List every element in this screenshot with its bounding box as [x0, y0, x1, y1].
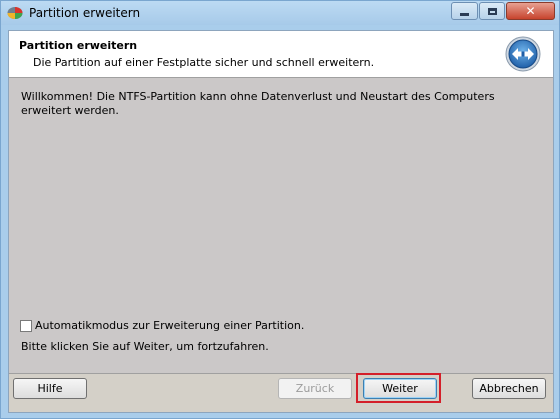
app-window: Partition erweitern ✕ Partition erweiter… — [0, 0, 560, 419]
minimize-icon — [460, 12, 469, 16]
partition-app-icon — [7, 7, 23, 19]
minimize-button[interactable] — [451, 2, 478, 20]
continue-hint: Bitte klicken Sie auf Weiter, um fortzuf… — [21, 340, 269, 353]
back-button[interactable]: Zurück — [278, 378, 352, 399]
maximize-button[interactable] — [479, 2, 505, 20]
button-bar: Hilfe Zurück Weiter Abbrechen — [9, 373, 553, 412]
wizard-content: Willkommen! Die NTFS-Partition kann ohne… — [9, 78, 553, 374]
wizard-header: Partition erweitern Die Partition auf ei… — [9, 31, 553, 78]
auto-mode-option[interactable]: Automatikmodus zur Erweiterung einer Par… — [20, 319, 304, 332]
header-subtitle: Die Partition auf einer Festplatte siche… — [33, 56, 375, 69]
close-icon: ✕ — [525, 4, 536, 18]
auto-mode-label[interactable]: Automatikmodus zur Erweiterung einer Par… — [35, 319, 304, 332]
dialog-client-area: Partition erweitern Die Partition auf ei… — [8, 30, 554, 413]
welcome-text: Willkommen! Die NTFS-Partition kann ohne… — [21, 90, 495, 117]
window-title: Partition erweitern — [29, 6, 141, 20]
title-bar[interactable]: Partition erweitern ✕ — [1, 1, 559, 25]
resize-arrows-icon — [505, 36, 541, 72]
header-title: Partition erweitern — [19, 39, 138, 52]
help-button[interactable]: Hilfe — [13, 378, 87, 399]
next-button[interactable]: Weiter — [363, 378, 437, 399]
maximize-icon — [487, 7, 497, 15]
auto-mode-checkbox[interactable] — [20, 319, 32, 332]
close-button[interactable]: ✕ — [506, 2, 555, 20]
cancel-button[interactable]: Abbrechen — [472, 378, 546, 399]
